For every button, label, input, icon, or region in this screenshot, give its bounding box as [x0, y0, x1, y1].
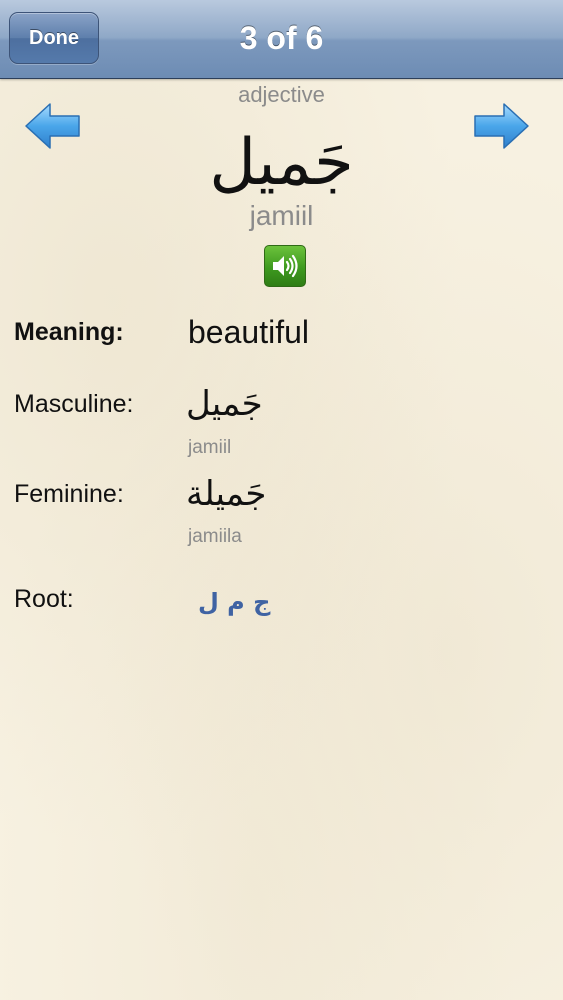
navigation-bar: Done 3 of 6 [0, 0, 563, 79]
meaning-label: Meaning: [14, 318, 124, 346]
play-audio-button[interactable] [264, 245, 306, 287]
root-value-link[interactable]: ج م ل [198, 588, 270, 616]
masculine-label: Masculine: [14, 390, 134, 418]
feminine-arabic: جَميلة [186, 474, 267, 514]
part-of-speech: adjective [238, 82, 325, 107]
done-button[interactable]: Done [9, 12, 99, 64]
masculine-transliteration: jamiil [188, 437, 232, 458]
masculine-arabic: جَميل [186, 384, 263, 424]
feminine-label: Feminine: [14, 480, 124, 508]
root-label: Root: [14, 585, 74, 613]
meaning-value: beautiful [188, 314, 309, 350]
feminine-transliteration: jamiila [188, 526, 242, 547]
speaker-icon [273, 254, 298, 278]
headword-transliteration: jamiil [249, 200, 314, 231]
headword-arabic: جَميل [209, 126, 354, 200]
